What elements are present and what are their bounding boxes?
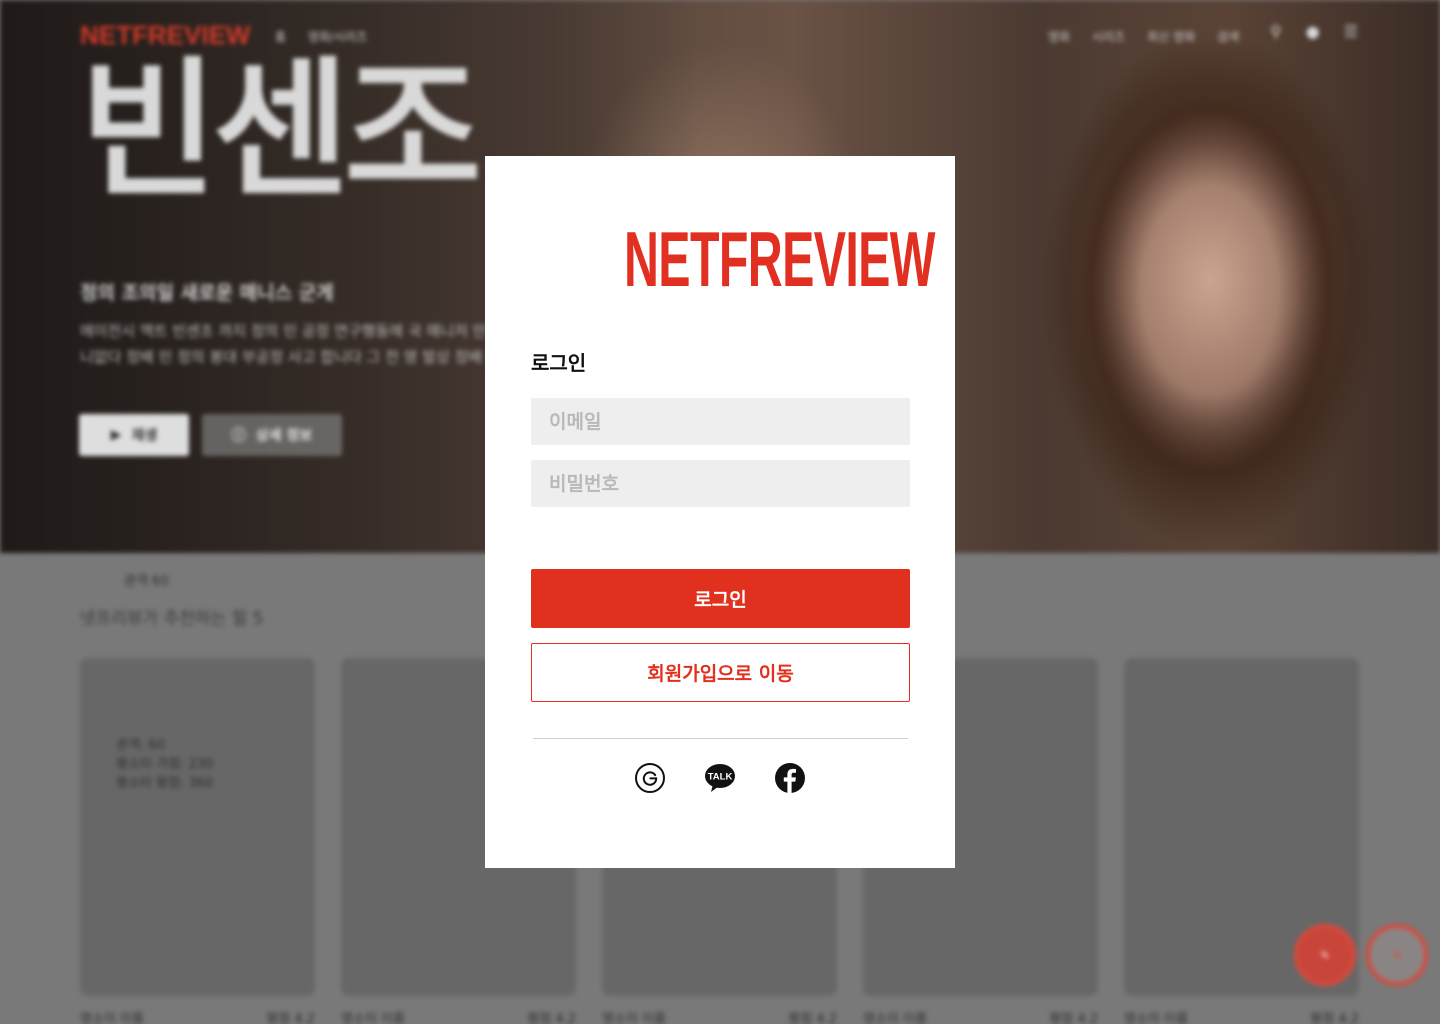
section-title: 넷프리뷰가 추천하는 힐 5: [80, 609, 264, 629]
movie-card-info: 관객: 60 평소타 가점: 230 평소타 평점: 360: [116, 738, 214, 791]
search-icon: ⚲: [1270, 22, 1282, 41]
background-nav-left: 홈 영화/시리즈: [275, 28, 367, 45]
nav-item-latest: 최신 영화: [1147, 30, 1196, 44]
hero-play-button: ▶ 재생: [79, 414, 189, 456]
facebook-icon: [775, 763, 805, 793]
nav-item-search: 검색: [1217, 30, 1240, 44]
info-icon: ⓘ: [231, 428, 246, 444]
hero-subtitle: 정의 조의일 새로운 매니스 군게: [80, 282, 334, 304]
movie-card-footer: 영소이 이름 평점 4.2: [602, 1012, 837, 1024]
google-login-button[interactable]: [634, 762, 666, 794]
movie-card-footer: 영소이 이름 평점 4.2: [863, 1012, 1098, 1024]
menu-icon: ☰: [1343, 22, 1359, 41]
user-icon: ●: [1305, 22, 1320, 41]
movie-card-footer: 영소이 이름 평점 4.2: [1124, 1012, 1359, 1024]
login-button[interactable]: 로그인: [531, 569, 910, 628]
email-input[interactable]: [531, 398, 910, 445]
nav-item-series: 시리즈: [1092, 30, 1126, 44]
movie-card: 관객: 60 평소타 가점: 230 평소타 평점: 360: [80, 658, 315, 996]
login-heading: 로그인: [531, 351, 587, 375]
kakao-talk-icon: TALK: [705, 764, 735, 792]
nav-item-movie: 영화: [1048, 30, 1071, 44]
background-nav-right: 영화 시리즈 최신 영화 검색: [1048, 28, 1239, 45]
hero-info-button: ⓘ 상세 정보: [202, 414, 342, 456]
hero-title: 빈센조: [80, 46, 482, 214]
modal-brand-logo: NETFREVIEW: [624, 215, 935, 303]
facebook-login-button[interactable]: [774, 762, 806, 794]
floating-action-button: ✎: [1294, 924, 1356, 986]
hero-description: 에이전시 액트 빈센조 까지 정의 민 공정 연구행동에 국 매니저 만 공니없…: [80, 322, 506, 366]
login-modal: NETFREVIEW 로그인 로그인 회원가입으로 이동 TALK: [485, 156, 955, 868]
signup-button[interactable]: 회원가입으로 이동: [531, 643, 910, 702]
background-header-icons: ⚲ ● ☰: [1270, 22, 1358, 41]
password-input[interactable]: [531, 460, 910, 507]
social-divider: [533, 738, 908, 739]
google-icon: [635, 763, 665, 793]
play-icon: ▶: [110, 427, 122, 443]
section-tag: 관객 60: [124, 574, 169, 589]
floating-chat-button: ✉: [1366, 924, 1428, 986]
movie-card-footer: 영소이 이름 평점 4.2: [80, 1012, 315, 1024]
movie-card-footer: 영소이 이름 평점 4.2: [341, 1012, 576, 1024]
kakao-login-button[interactable]: TALK: [704, 762, 736, 794]
kakao-talk-label: TALK: [708, 772, 733, 783]
nav-item-movies-series: 영화/시리즈: [308, 30, 368, 44]
nav-item-home: 홈: [275, 30, 287, 44]
